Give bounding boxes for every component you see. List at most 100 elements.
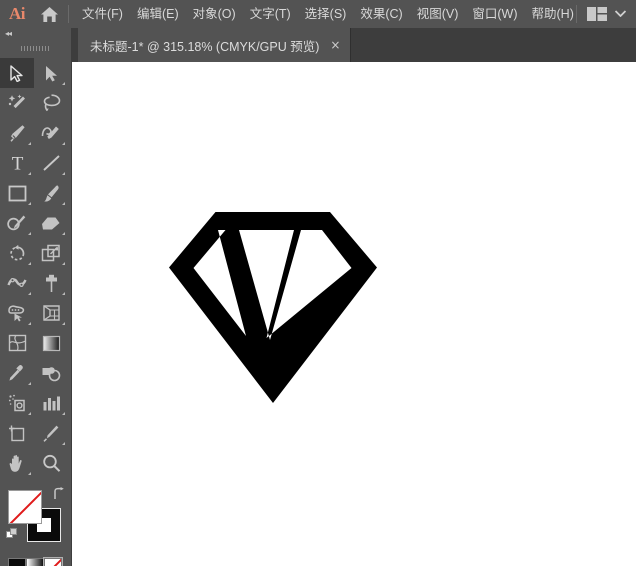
document-tab-title: 未标题-1* @ 315.18% (CMYK/GPU 预览) — [90, 36, 319, 55]
tool-row — [0, 358, 71, 388]
flyout-indicator — [28, 292, 31, 295]
free-transform-tool[interactable] — [34, 268, 68, 298]
flyout-indicator — [62, 82, 65, 85]
magic-wand-tool[interactable] — [0, 88, 34, 118]
menu-help[interactable]: 帮助(H) — [525, 0, 581, 28]
eraser-tool[interactable] — [34, 208, 68, 238]
diamond-gem-path[interactable] — [168, 212, 378, 409]
flyout-indicator — [62, 412, 65, 415]
shape-builder-tool[interactable] — [0, 298, 34, 328]
color-mode-color[interactable] — [8, 558, 26, 566]
menu-select[interactable]: 选择(S) — [298, 0, 354, 28]
tools-panel: ◂◂ — [0, 28, 72, 566]
column-graph-tool[interactable] — [34, 388, 68, 418]
rectangle-tool[interactable] — [0, 178, 34, 208]
menu-bar-right — [576, 0, 636, 28]
flyout-indicator — [28, 142, 31, 145]
gradient-tool[interactable] — [34, 328, 68, 358]
app-logo: Ai — [0, 0, 34, 28]
tool-grid: T — [0, 54, 71, 478]
menu-effect[interactable]: 效果(C) — [353, 0, 409, 28]
flyout-indicator — [62, 292, 65, 295]
artboard-tool[interactable] — [0, 418, 34, 448]
flyout-indicator — [62, 232, 65, 235]
artboard-canvas[interactable] — [72, 62, 636, 566]
tool-row — [0, 178, 71, 208]
flyout-indicator — [62, 262, 65, 265]
menu-window[interactable]: 窗口(W) — [465, 0, 524, 28]
menu-type[interactable]: 文字(T) — [243, 0, 298, 28]
menu-edit[interactable]: 编辑(E) — [130, 0, 186, 28]
eyedropper-tool[interactable] — [0, 358, 34, 388]
close-icon[interactable]: × — [330, 39, 340, 51]
type-tool[interactable]: T — [0, 148, 34, 178]
curvature-tool[interactable] — [34, 118, 68, 148]
workspace-layout-icon[interactable] — [587, 7, 607, 21]
color-mode-gradient[interactable] — [26, 558, 44, 566]
direct-selection-tool[interactable] — [34, 58, 68, 88]
tools-panel-header: ◂◂ — [0, 28, 71, 42]
menu-file[interactable]: 文件(F) — [75, 0, 130, 28]
menu-view[interactable]: 视图(V) — [410, 0, 466, 28]
svg-text:T: T — [11, 154, 23, 172]
menu-item-list: 文件(F) 编辑(E) 对象(O) 文字(T) 选择(S) 效果(C) 视图(V… — [75, 0, 581, 28]
flyout-indicator — [62, 172, 65, 175]
color-mode-group — [8, 558, 62, 566]
flyout-indicator — [28, 262, 31, 265]
tool-row — [0, 388, 71, 418]
tool-row — [0, 418, 71, 448]
default-fill-stroke-icon[interactable] — [6, 528, 19, 541]
fill-stroke-controls — [0, 484, 71, 556]
illustrator-window: Ai 文件(F) 编辑(E) 对象(O) 文字(T) 选择(S) 效果(C) 视… — [0, 0, 636, 566]
tool-row — [0, 298, 71, 328]
rotate-tool[interactable] — [0, 238, 34, 268]
tool-row — [0, 88, 71, 118]
tool-row — [0, 208, 71, 238]
flyout-indicator — [62, 322, 65, 325]
width-tool[interactable] — [0, 268, 34, 298]
lasso-tool[interactable] — [34, 88, 68, 118]
tool-row — [0, 448, 71, 478]
menu-bar: Ai 文件(F) 编辑(E) 对象(O) 文字(T) 选择(S) 效果(C) 视… — [0, 0, 636, 28]
flyout-indicator — [28, 322, 31, 325]
symbol-sprayer-tool[interactable] — [0, 388, 34, 418]
flyout-indicator — [28, 172, 31, 175]
menu-object[interactable]: 对象(O) — [186, 0, 243, 28]
shaper-tool[interactable] — [0, 208, 34, 238]
tool-row — [0, 328, 71, 358]
flyout-indicator — [28, 382, 31, 385]
slice-tool[interactable] — [34, 418, 68, 448]
menu-divider — [68, 5, 69, 23]
scale-tool[interactable] — [34, 238, 68, 268]
home-icon[interactable] — [34, 0, 64, 28]
line-segment-tool[interactable] — [34, 148, 68, 178]
selection-tool[interactable] — [0, 58, 34, 88]
flyout-indicator — [28, 472, 31, 475]
document-tab[interactable]: 未标题-1* @ 315.18% (CMYK/GPU 预览) × — [78, 28, 351, 62]
pen-tool[interactable] — [0, 118, 34, 148]
fill-swatch[interactable] — [8, 490, 42, 524]
document-tab-bar: 未标题-1* @ 315.18% (CMYK/GPU 预览) × — [72, 28, 636, 62]
tool-row — [0, 268, 71, 298]
swap-fill-stroke-icon[interactable] — [52, 487, 65, 500]
chevron-down-icon[interactable] — [615, 9, 626, 19]
paintbrush-tool[interactable] — [34, 178, 68, 208]
tool-row — [0, 238, 71, 268]
flyout-indicator — [62, 142, 65, 145]
menu-divider-right — [576, 5, 577, 23]
tool-row — [0, 118, 71, 148]
drag-grip-icon[interactable] — [0, 42, 71, 54]
perspective-grid-tool[interactable] — [34, 298, 68, 328]
zoom-tool[interactable] — [34, 448, 68, 478]
double-chevron-left-icon[interactable]: ◂◂ — [5, 30, 11, 38]
color-mode-none[interactable] — [44, 558, 62, 566]
mesh-tool[interactable] — [0, 328, 34, 358]
flyout-indicator — [62, 202, 65, 205]
flyout-indicator — [28, 232, 31, 235]
hand-tool[interactable] — [0, 448, 34, 478]
tool-row: T — [0, 148, 71, 178]
none-slash-icon — [44, 558, 62, 566]
tool-row — [0, 58, 71, 88]
blend-tool[interactable] — [34, 358, 68, 388]
flyout-indicator — [28, 412, 31, 415]
